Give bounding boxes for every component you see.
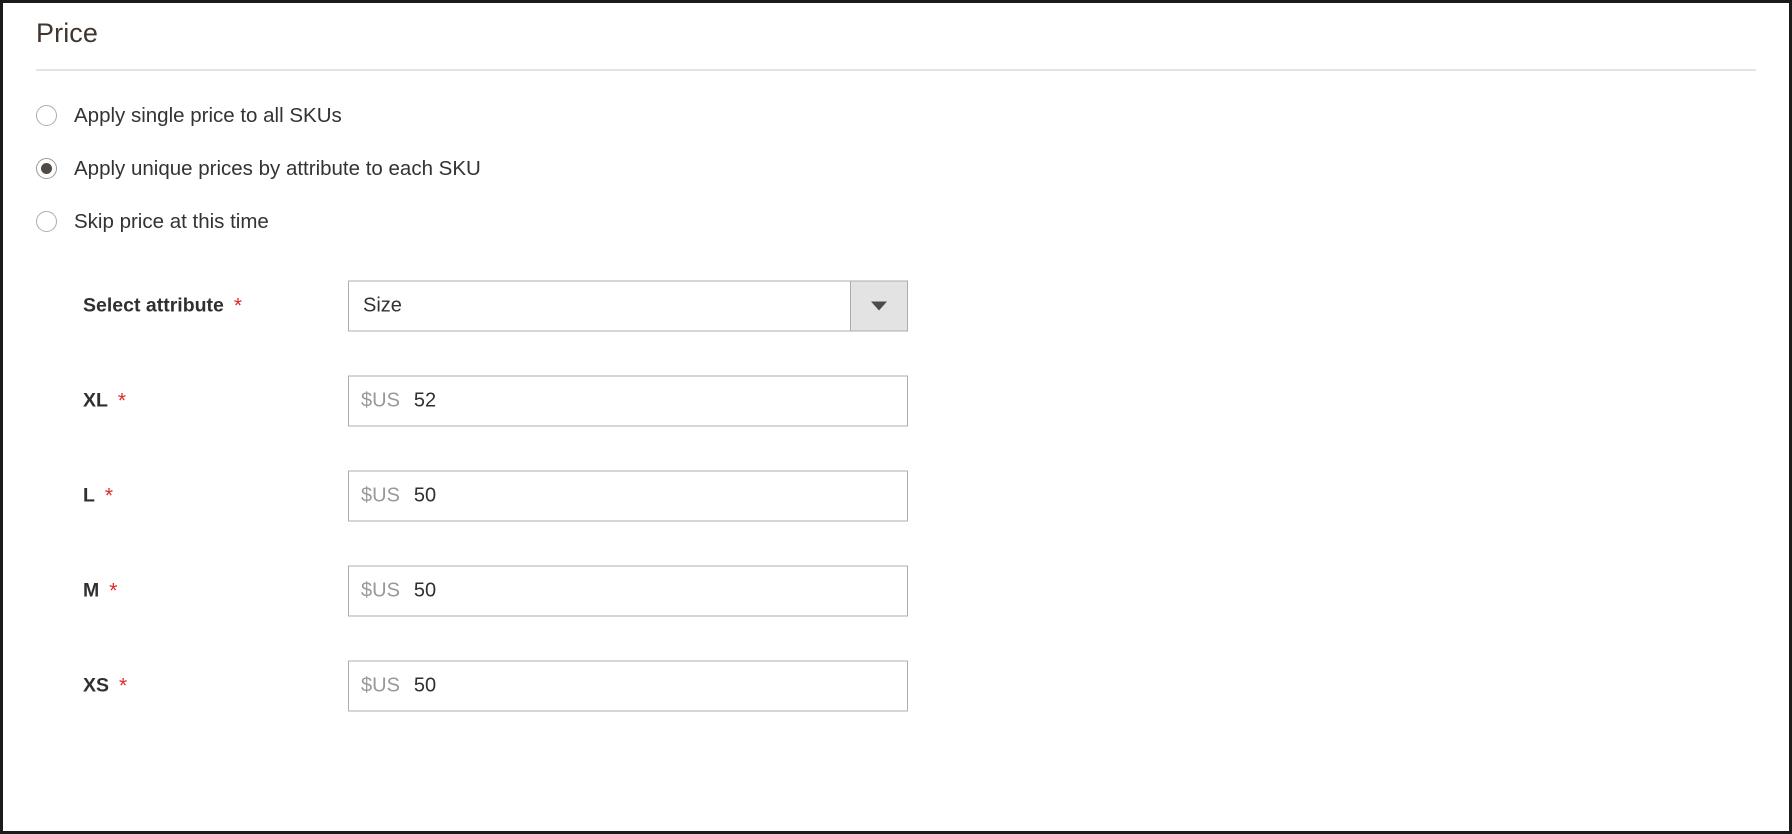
attribute-select-value[interactable]: Size — [349, 281, 850, 330]
price-control-xs: $US 50 — [348, 660, 908, 711]
price-input-xl[interactable]: $US 52 — [348, 375, 908, 426]
radio-option-single-price[interactable]: Apply single price to all SKUs — [36, 89, 1136, 142]
price-label-xs: XS * — [83, 673, 127, 698]
radio-indicator-icon[interactable] — [36, 211, 57, 232]
price-label-xs-text: XS — [83, 674, 110, 696]
required-asterisk: * — [119, 674, 128, 697]
price-label-xl-text: XL — [83, 389, 108, 411]
field-row-price-m: M * $US 50 — [3, 543, 1789, 638]
price-label-m-text: M — [83, 579, 100, 601]
price-input-l[interactable]: $US 50 — [348, 470, 908, 521]
field-row-price-l: L * $US 50 — [3, 448, 1789, 543]
currency-prefix: $US — [361, 484, 400, 506]
attribute-select[interactable]: Size — [348, 280, 908, 331]
chevron-down-icon — [871, 301, 887, 310]
pricing-mode-radio-group: Apply single price to all SKUs Apply uni… — [36, 89, 1136, 248]
currency-prefix: $US — [361, 674, 400, 696]
price-label-l: L * — [83, 483, 113, 508]
radio-option-label: Skip price at this time — [74, 209, 269, 233]
radio-indicator-selected-icon[interactable] — [36, 158, 57, 179]
radio-indicator-icon[interactable] — [36, 105, 57, 126]
attribute-price-fields: Select attribute * Size XL * $US 52 L * … — [3, 258, 1789, 733]
page-title: Price — [36, 18, 99, 48]
radio-option-label: Apply unique prices by attribute to each… — [74, 156, 481, 180]
price-label-m: M * — [83, 578, 117, 603]
currency-prefix: $US — [361, 579, 400, 601]
field-row-select-attribute: Select attribute * Size — [3, 258, 1789, 353]
attribute-select-toggle-button[interactable] — [850, 281, 907, 330]
price-input-value[interactable]: 50 — [414, 579, 436, 602]
price-input-value[interactable]: 52 — [414, 389, 436, 412]
price-input-value[interactable]: 50 — [414, 674, 436, 697]
field-row-price-xl: XL * $US 52 — [3, 353, 1789, 448]
section-divider — [36, 69, 1756, 71]
radio-option-unique-prices[interactable]: Apply unique prices by attribute to each… — [36, 142, 1136, 195]
required-asterisk: * — [109, 579, 118, 602]
required-asterisk: * — [233, 294, 243, 317]
price-section-panel: Price Apply single price to all SKUs App… — [0, 0, 1792, 834]
currency-prefix: $US — [361, 389, 400, 411]
price-input-m[interactable]: $US 50 — [348, 565, 908, 616]
select-attribute-control: Size — [348, 280, 908, 331]
select-attribute-label: Select attribute * — [83, 293, 242, 318]
radio-option-skip-price[interactable]: Skip price at this time — [36, 195, 1136, 248]
price-control-l: $US 50 — [348, 470, 908, 521]
price-input-xs[interactable]: $US 50 — [348, 660, 908, 711]
price-label-xl: XL * — [83, 388, 126, 413]
price-label-l-text: L — [83, 484, 95, 506]
required-asterisk: * — [117, 389, 127, 412]
price-control-xl: $US 52 — [348, 375, 908, 426]
field-row-price-xs: XS * $US 50 — [3, 638, 1789, 733]
price-input-value[interactable]: 50 — [414, 484, 436, 507]
select-attribute-label-text: Select attribute — [83, 294, 224, 316]
required-asterisk: * — [104, 484, 114, 507]
radio-option-label: Apply single price to all SKUs — [74, 103, 342, 127]
price-control-m: $US 50 — [348, 565, 908, 616]
